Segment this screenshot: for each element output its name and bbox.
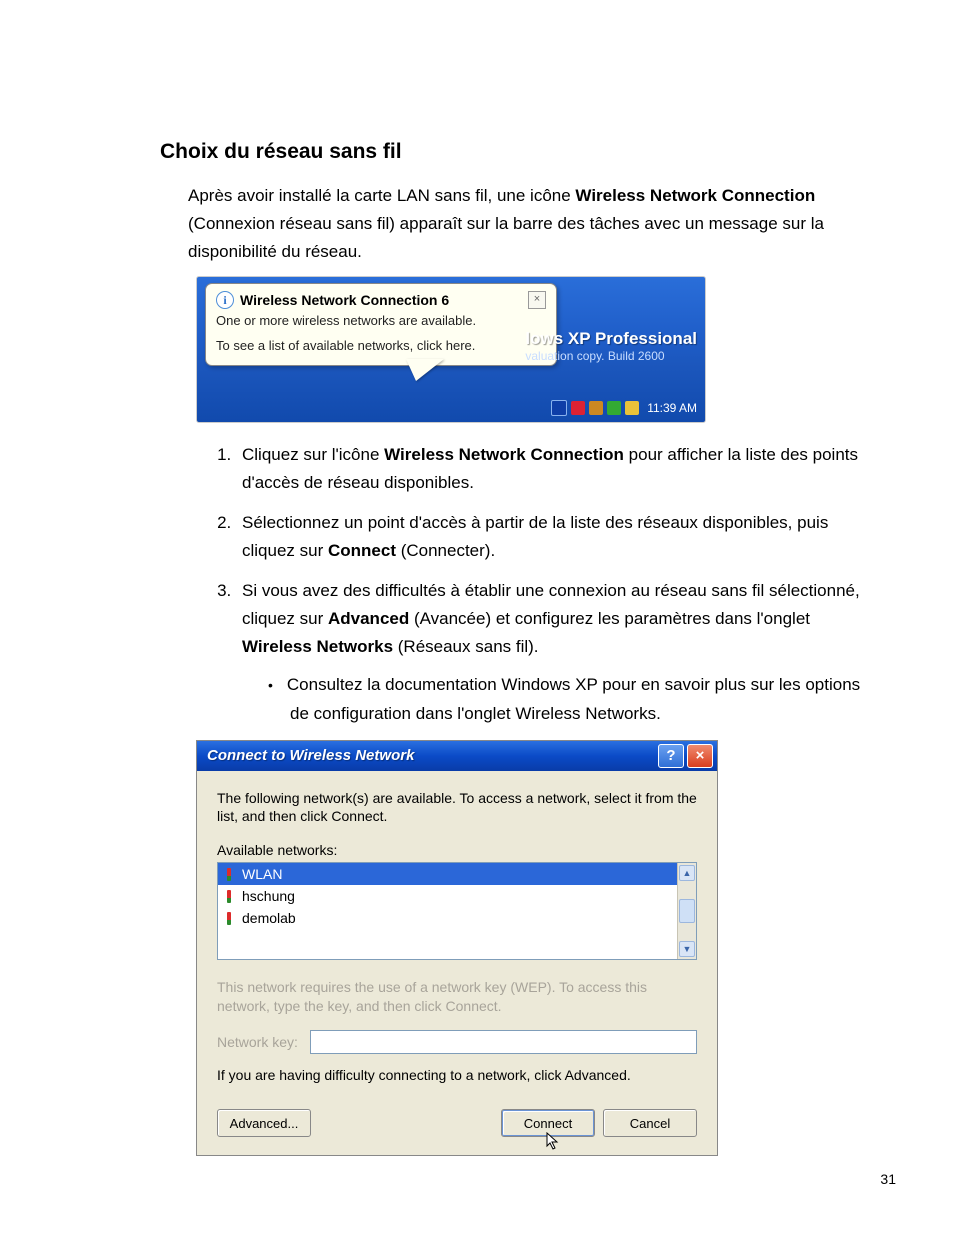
scroll-thumb[interactable]: [679, 899, 695, 923]
dialog-body: The following network(s) are available. …: [197, 771, 717, 1155]
available-networks-listbox[interactable]: WLAN hschung demolab ▲ ▼: [217, 862, 697, 960]
info-icon: i: [216, 291, 234, 309]
document-page: Choix du réseau sans fil Après avoir ins…: [0, 0, 954, 1235]
dialog-titlebar: Connect to Wireless Network ? ×: [197, 741, 717, 771]
step-item: Cliquez sur l'icône Wireless Network Con…: [236, 441, 864, 497]
wireless-network-icon: [224, 868, 234, 881]
page-number: 31: [880, 1171, 896, 1187]
dialog-button-row: Advanced... Connect Cancel: [217, 1109, 697, 1137]
network-name: WLAN: [242, 866, 282, 882]
network-list-item[interactable]: WLAN: [218, 863, 677, 885]
wireless-network-icon: [224, 912, 234, 925]
balloon-line1: One or more wireless networks are availa…: [216, 313, 546, 328]
balloon-close-button[interactable]: ×: [528, 291, 546, 309]
windows-brand-watermark: lows XP Professional valuation copy. Bui…: [525, 329, 697, 363]
step-sub-list: Consultez la documentation Windows XP po…: [268, 671, 864, 727]
tray-clock: 11:39 AM: [647, 401, 697, 415]
notification-balloon[interactable]: i Wireless Network Connection 6 × One or…: [205, 283, 557, 366]
step-item: Si vous avez des difficultés à établir u…: [236, 577, 864, 727]
system-tray: 11:39 AM: [551, 400, 697, 416]
connect-button-label: Connect: [524, 1116, 572, 1131]
dialog-intro-text: The following network(s) are available. …: [217, 789, 697, 827]
brand-line2: valuation copy. Build 2600: [525, 349, 697, 363]
brand-line1: lows XP Professional: [525, 329, 697, 349]
listbox-scrollbar[interactable]: ▲ ▼: [677, 863, 696, 959]
tray-icon[interactable]: [589, 401, 603, 415]
section-heading: Choix du réseau sans fil: [160, 140, 864, 164]
step-item: Sélectionnez un point d'accès à partir d…: [236, 509, 864, 565]
network-key-input[interactable]: [310, 1030, 697, 1054]
network-name: hschung: [242, 888, 295, 904]
taskbar: i Wireless Network Connection 6 × One or…: [196, 276, 706, 423]
network-key-label: Network key:: [217, 1034, 298, 1050]
connect-button[interactable]: Connect: [501, 1109, 595, 1137]
intro-paragraph: Après avoir installé la carte LAN sans f…: [188, 182, 864, 266]
network-list-item[interactable]: hschung: [218, 885, 677, 907]
tray-icon[interactable]: [607, 401, 621, 415]
taskbar-screenshot: i Wireless Network Connection 6 × One or…: [196, 276, 706, 423]
help-button[interactable]: ?: [658, 744, 684, 768]
tray-icon[interactable]: [551, 400, 567, 416]
advanced-button[interactable]: Advanced...: [217, 1109, 311, 1137]
steps-list: Cliquez sur l'icône Wireless Network Con…: [188, 441, 864, 727]
wireless-network-icon: [224, 890, 234, 903]
close-button[interactable]: ×: [687, 744, 713, 768]
network-list-item[interactable]: demolab: [218, 907, 677, 929]
connect-dialog-screenshot: Connect to Wireless Network ? × The foll…: [196, 740, 718, 1156]
available-networks-label: Available networks:: [217, 842, 697, 858]
cancel-button[interactable]: Cancel: [603, 1109, 697, 1137]
tray-icon[interactable]: [571, 401, 585, 415]
network-list-items: WLAN hschung demolab: [218, 863, 677, 959]
step-sub-item: Consultez la documentation Windows XP po…: [290, 671, 864, 727]
balloon-line2: To see a list of available networks, cli…: [216, 338, 546, 353]
tray-icon[interactable]: [625, 401, 639, 415]
scroll-down-button[interactable]: ▼: [679, 941, 695, 957]
balloon-tail: [406, 359, 444, 381]
balloon-title: Wireless Network Connection 6: [240, 292, 522, 308]
network-name: demolab: [242, 910, 296, 926]
scroll-up-button[interactable]: ▲: [679, 865, 695, 881]
difficulty-note: If you are having difficulty connecting …: [217, 1066, 697, 1085]
wep-note: This network requires the use of a netwo…: [217, 978, 697, 1016]
cursor-icon: [546, 1132, 562, 1152]
dialog-title: Connect to Wireless Network: [207, 747, 655, 764]
